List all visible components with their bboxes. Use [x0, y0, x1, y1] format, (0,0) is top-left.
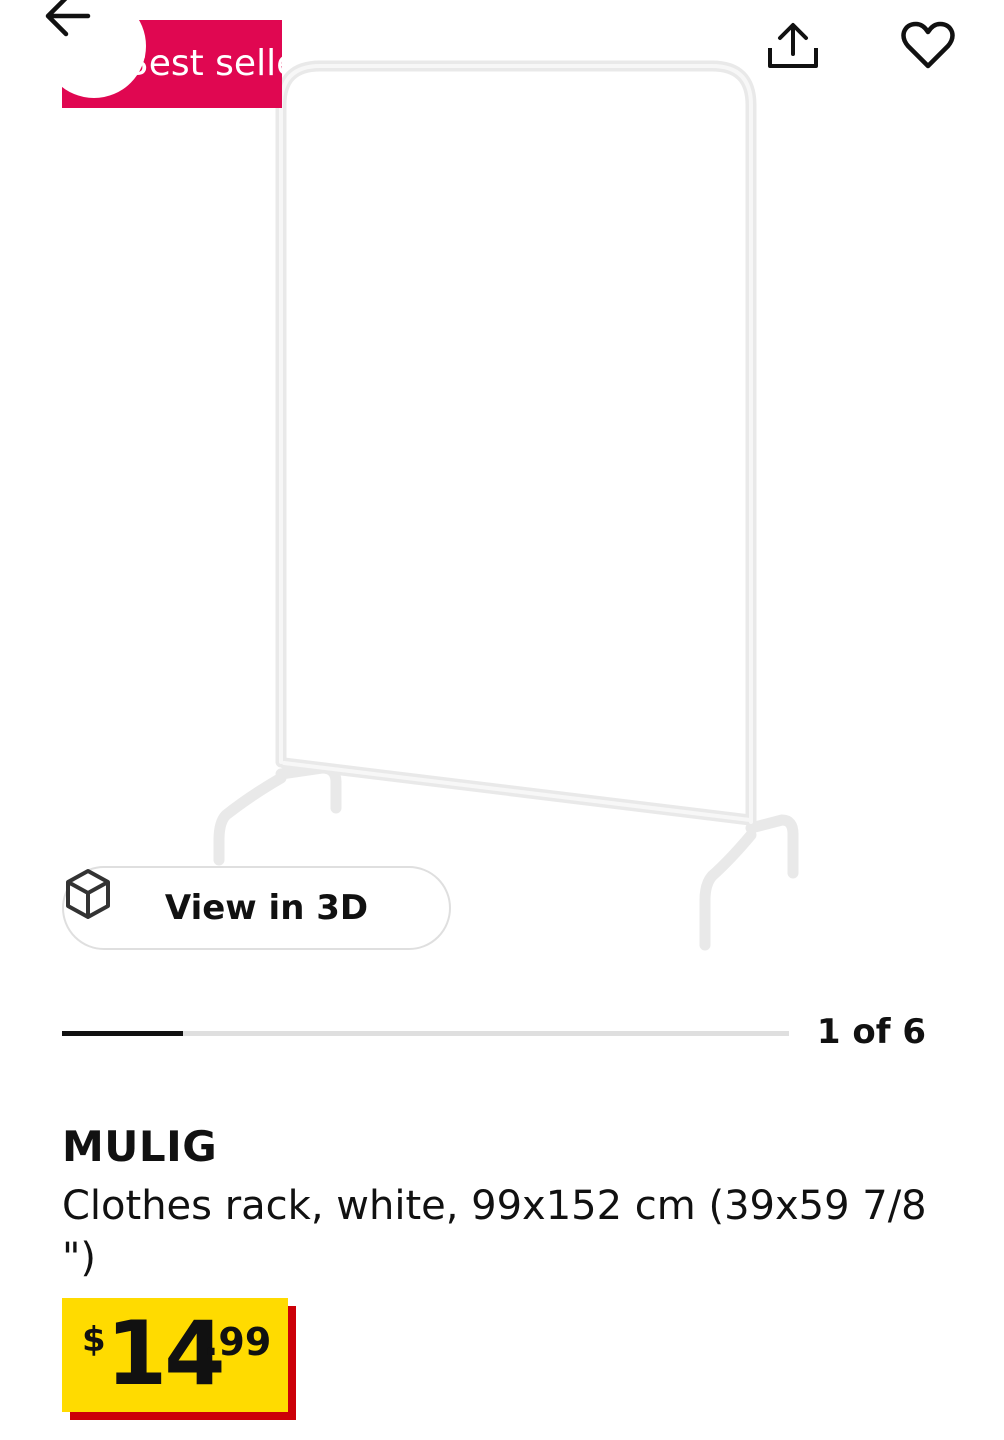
product-name: MULIG — [62, 1122, 218, 1171]
clothes-rack-illustration — [213, 60, 799, 951]
view-in-3d-label: View in 3D — [164, 888, 369, 928]
price-tag: $ 14 .99 — [62, 1298, 288, 1412]
product-page: Best seller — [0, 0, 1004, 1440]
share-button[interactable] — [760, 20, 826, 74]
carousel-progress-fill — [62, 1031, 184, 1036]
carousel-progress-bar[interactable] — [62, 1031, 789, 1036]
favorite-button[interactable] — [900, 20, 956, 72]
price-currency: $ — [82, 1320, 106, 1360]
image-counter: 1 of 6 — [816, 1012, 926, 1052]
price-decimal: .99 — [204, 1320, 272, 1364]
product-description: Clothes rack, white, 99x152 cm (39x59 7/… — [62, 1183, 927, 1281]
view-in-3d-button[interactable]: View in 3D — [62, 866, 451, 950]
product-image[interactable]: Best seller — [0, 0, 1004, 1000]
